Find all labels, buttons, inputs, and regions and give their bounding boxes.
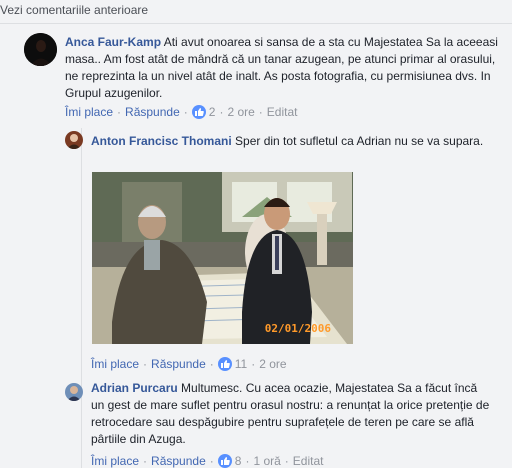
separator-dot: ·: [209, 454, 214, 468]
reply-button[interactable]: Răspunde: [151, 454, 206, 468]
comment-actions: Îmi place · Răspunde · 8 · 1 oră · Edita…: [91, 454, 323, 468]
reaction-count[interactable]: 2: [209, 105, 216, 119]
comment-text-block: Adrian Purcaru Multumesc. Cu acea ocazie…: [91, 380, 491, 448]
reaction-count[interactable]: 8: [235, 454, 242, 468]
edited-indicator[interactable]: Editat: [293, 454, 324, 468]
avatar[interactable]: [65, 383, 83, 401]
reaction-count[interactable]: 11: [235, 357, 247, 371]
comment-actions: Îmi place · Răspunde · 11 · 2 ore: [91, 357, 287, 371]
separator-dot: ·: [284, 454, 289, 468]
comment-timestamp[interactable]: 1 oră: [253, 454, 280, 468]
comment-author[interactable]: Adrian Purcaru: [91, 381, 178, 395]
reply-thread-line: [81, 128, 82, 468]
photo-date-stamp: 02/01/2006: [264, 322, 331, 335]
thumbs-up-icon: [217, 454, 232, 468]
separator-dot: ·: [209, 357, 214, 371]
separator-dot: ·: [251, 357, 256, 371]
avatar[interactable]: [24, 33, 57, 66]
attached-photo[interactable]: 02/01/2006: [92, 172, 353, 344]
comment-timestamp[interactable]: 2 ore: [259, 357, 286, 371]
separator-dot: ·: [219, 105, 224, 119]
edited-indicator[interactable]: Editat: [267, 105, 298, 119]
divider: [0, 23, 512, 24]
like-button[interactable]: Îmi place: [65, 105, 113, 119]
separator-dot: ·: [183, 105, 188, 119]
comment-author[interactable]: Anca Faur-Kamp: [65, 35, 161, 49]
comment-timestamp[interactable]: 2 ore: [227, 105, 254, 119]
comment-actions: Îmi place · Răspunde · 2 · 2 ore · Edita…: [65, 105, 297, 119]
reply-button[interactable]: Răspunde: [151, 357, 206, 371]
avatar[interactable]: [65, 131, 83, 149]
like-button[interactable]: Îmi place: [91, 357, 139, 371]
thumbs-up-icon: [217, 357, 232, 371]
comment-text-block: Anca Faur-Kamp Ati avut onoarea si sansa…: [65, 34, 505, 102]
separator-dot: ·: [117, 105, 122, 119]
comment-text-block: Anton Francisc Thomani Sper din tot sufl…: [91, 133, 486, 150]
separator-dot: ·: [258, 105, 263, 119]
comment-body: Sper din tot sufletul ca Adrian nu se va…: [235, 134, 484, 148]
like-button[interactable]: Îmi place: [91, 454, 139, 468]
separator-dot: ·: [143, 357, 148, 371]
view-previous-comments-link[interactable]: Vezi comentariile anterioare: [0, 3, 148, 17]
comment-author[interactable]: Anton Francisc Thomani: [91, 134, 232, 148]
reply-button[interactable]: Răspunde: [125, 105, 180, 119]
thumbs-up-icon: [191, 105, 206, 119]
separator-dot: ·: [245, 454, 250, 468]
separator-dot: ·: [143, 454, 148, 468]
